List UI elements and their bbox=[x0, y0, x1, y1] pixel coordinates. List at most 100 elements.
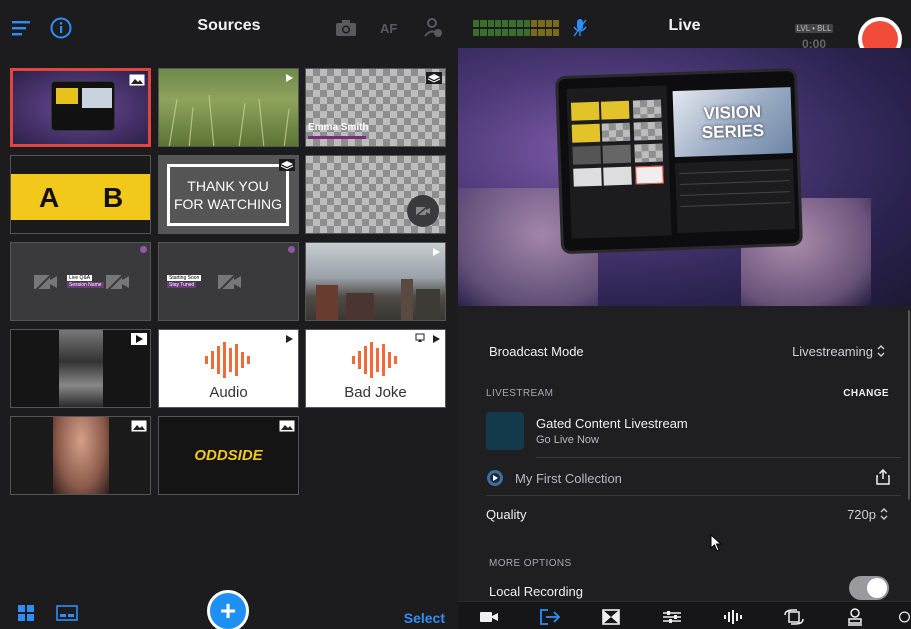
video-tab-icon[interactable] bbox=[478, 608, 500, 626]
share-icon[interactable] bbox=[876, 469, 890, 485]
live-top-bar: Live LVL • BLL 0:00 bbox=[458, 0, 911, 61]
quality-label: Quality bbox=[486, 507, 527, 522]
lower-third-subtitle: Stay Tuned bbox=[167, 282, 197, 288]
camera-off-icon bbox=[407, 195, 439, 227]
toggle-knob bbox=[867, 578, 887, 598]
audio-waveform-icon bbox=[205, 342, 250, 378]
lower-third-bar bbox=[308, 136, 366, 139]
tablet-sources-grid bbox=[566, 85, 672, 239]
recording-timer: LVL • BLL 0:00 bbox=[784, 18, 844, 51]
preview-overlay-line-2: SERIES bbox=[701, 121, 765, 143]
source-tile[interactable]: THANK YOU FOR WATCHING bbox=[158, 155, 299, 234]
tablet-program-preview: VISION SERIES bbox=[672, 87, 793, 158]
thank-you-line-2: FOR WATCHING bbox=[173, 196, 283, 212]
chevron-updown-icon[interactable] bbox=[877, 345, 885, 357]
quality-value[interactable]: 720p bbox=[847, 507, 876, 522]
lower-third-title: Starting Soon bbox=[167, 275, 202, 281]
lower-third-title: Live Q&A bbox=[67, 275, 93, 281]
broadcast-settings-panel: Broadcast Mode Livestreaming LIVESTREAM … bbox=[458, 306, 911, 602]
tile-caption: ODDSIDE bbox=[194, 447, 263, 464]
image-badge-icon bbox=[279, 420, 295, 432]
divider bbox=[536, 457, 901, 458]
audio-waveform-icon bbox=[352, 342, 397, 378]
airplay-badge-icon bbox=[415, 333, 425, 342]
change-livestream-button[interactable]: CHANGE bbox=[843, 388, 889, 399]
lower-third-subtitle: Session Name bbox=[67, 282, 104, 288]
svg-text:AF: AF bbox=[380, 21, 397, 36]
status-dot bbox=[288, 246, 295, 253]
layers-badge-icon bbox=[279, 159, 295, 171]
video-badge-icon bbox=[286, 74, 293, 82]
camera-off-icon bbox=[217, 271, 241, 293]
thank-you-line-1: THANK YOU bbox=[187, 178, 269, 194]
broadcast-mode-value[interactable]: Livestreaming bbox=[792, 344, 873, 359]
broadcast-mode-label: Broadcast Mode bbox=[489, 344, 584, 359]
local-recording-toggle[interactable] bbox=[849, 576, 889, 600]
collection-icon bbox=[487, 470, 503, 486]
source-tile[interactable] bbox=[305, 155, 446, 234]
presenter-settings-icon[interactable] bbox=[421, 16, 445, 40]
tablet-device: VISION SERIES bbox=[554, 67, 804, 255]
adjustments-tab-icon[interactable] bbox=[661, 608, 683, 626]
livestream-thumbnail bbox=[486, 412, 524, 450]
live-panel: Live LVL • BLL 0:00 VISION SERIES Broadc… bbox=[458, 0, 911, 629]
list-view-icon[interactable] bbox=[56, 605, 78, 626]
add-source-button[interactable]: + bbox=[207, 590, 249, 629]
level-tag: LVL • BLL bbox=[794, 24, 834, 33]
video-badge-icon bbox=[433, 335, 440, 343]
autofocus-icon[interactable]: AF bbox=[377, 16, 401, 40]
source-tile[interactable]: Live Q&A Session Name bbox=[10, 242, 151, 321]
source-tile[interactable] bbox=[10, 416, 151, 495]
tile-thumbnail bbox=[59, 330, 103, 407]
source-tile[interactable] bbox=[10, 329, 151, 408]
thank-you-card: THANK YOU FOR WATCHING bbox=[167, 164, 289, 226]
wheat-field-image bbox=[168, 94, 290, 146]
livestream-status: Go Live Now bbox=[536, 434, 599, 446]
live-tab-bar bbox=[458, 601, 911, 629]
livestream-name[interactable]: Gated Content Livestream bbox=[536, 416, 688, 431]
source-tile[interactable]: Audio bbox=[158, 329, 299, 408]
grid-view-icon[interactable] bbox=[18, 605, 34, 626]
video-badge-icon bbox=[433, 248, 440, 256]
more-tab-icon[interactable] bbox=[898, 608, 911, 626]
tile-caption: Emma Smith bbox=[308, 122, 369, 133]
ab-letter-a: A bbox=[39, 182, 60, 213]
sources-panel: Sources AF Emma Smith A B THANK YOU FOR … bbox=[0, 0, 458, 629]
source-tile[interactable]: ODDSIDE bbox=[158, 416, 299, 495]
audio-tab-icon[interactable] bbox=[722, 608, 744, 626]
local-recording-label: Local Recording bbox=[489, 584, 583, 599]
video-badge-icon bbox=[286, 335, 293, 343]
swap-tab-icon[interactable] bbox=[783, 608, 805, 626]
transition-tab-icon[interactable] bbox=[600, 608, 622, 626]
camera-off-icon bbox=[105, 271, 129, 293]
tablet-camera-controls bbox=[675, 159, 796, 234]
tile-caption: Audio bbox=[209, 384, 248, 401]
source-tile[interactable] bbox=[305, 242, 446, 321]
ab-banner bbox=[11, 174, 150, 220]
source-tile[interactable]: Starting Soon Stay Tuned bbox=[158, 242, 299, 321]
scroll-indicator[interactable] bbox=[908, 310, 910, 500]
source-tile[interactable] bbox=[10, 68, 151, 147]
select-button[interactable]: Select bbox=[404, 610, 445, 626]
image-badge-icon bbox=[131, 420, 147, 432]
source-tile[interactable]: Bad Joke bbox=[305, 329, 446, 408]
collection-name[interactable]: My First Collection bbox=[515, 471, 622, 486]
broadcast-output-tab-icon[interactable] bbox=[539, 608, 561, 626]
tablet-mockup bbox=[51, 81, 115, 131]
ab-letter-b: B bbox=[103, 182, 124, 213]
camera-icon[interactable] bbox=[334, 16, 358, 40]
live-preview[interactable]: VISION SERIES bbox=[458, 48, 911, 306]
image-badge-icon bbox=[129, 74, 145, 86]
sources-top-bar: Sources AF bbox=[0, 0, 458, 56]
family-photo bbox=[53, 417, 109, 494]
layers-badge-icon bbox=[426, 72, 442, 84]
livestream-section-header: LIVESTREAM bbox=[486, 388, 554, 399]
video-badge-icon bbox=[131, 333, 147, 345]
source-tile[interactable]: Emma Smith bbox=[305, 68, 446, 147]
presenter-tab-icon[interactable] bbox=[844, 608, 866, 626]
tile-caption: Bad Joke bbox=[344, 384, 407, 401]
plus-icon: + bbox=[219, 595, 237, 626]
chevron-updown-icon[interactable] bbox=[880, 508, 888, 520]
source-tile[interactable] bbox=[158, 68, 299, 147]
source-tile[interactable]: A B bbox=[10, 155, 151, 234]
